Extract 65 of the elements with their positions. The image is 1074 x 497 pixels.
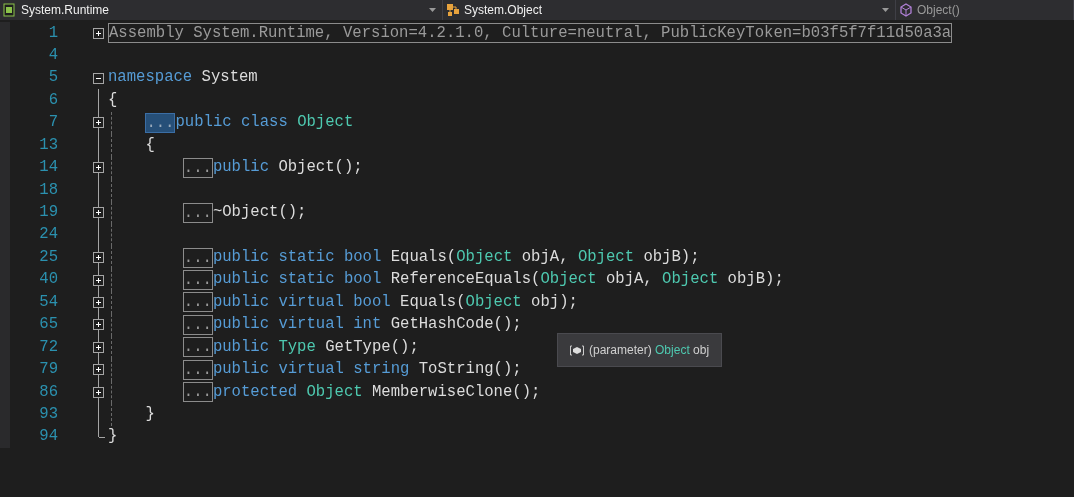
code-line: } <box>145 403 155 425</box>
code-line: protected Object MemberwiseClone(); <box>212 381 541 403</box>
line-number: 93 <box>38 403 58 425</box>
code-line: public virtual string ToString(); <box>212 359 522 381</box>
collapsed-block[interactable]: ... <box>182 270 213 291</box>
code-line: public Type GetType(); <box>212 336 419 358</box>
expand-toggle[interactable] <box>93 274 104 286</box>
line-number: 13 <box>38 134 58 156</box>
collapsed-block[interactable]: ... <box>182 314 213 335</box>
code-line: { <box>145 134 155 156</box>
collapsed-region[interactable]: Assembly System.Runtime, Version=4.2.1.0, Culture=neutral, PublicKeyToken=b03f5f7f11d50a3a <box>108 23 953 44</box>
expand-toggle[interactable] <box>93 296 104 308</box>
classes-icon <box>446 3 460 17</box>
collapse-toggle[interactable] <box>93 72 104 84</box>
line-number: 6 <box>47 89 58 111</box>
expand-toggle[interactable] <box>93 319 104 331</box>
expand-toggle[interactable] <box>93 252 104 264</box>
line-number: 86 <box>38 381 58 403</box>
code-line: { <box>108 89 118 111</box>
line-number: 94 <box>38 426 58 448</box>
project-icon <box>3 3 17 17</box>
collapsed-block[interactable]: ... <box>182 202 213 223</box>
expand-toggle[interactable] <box>93 386 104 398</box>
collapsed-block[interactable]: ... <box>182 292 213 313</box>
line-number: 19 <box>38 202 58 224</box>
caret-icon <box>882 8 889 12</box>
line-number: 4 <box>47 44 58 66</box>
line-number: 24 <box>38 224 58 246</box>
code-line: namespace System <box>108 67 258 89</box>
expand-toggle[interactable] <box>93 162 104 174</box>
expand-toggle[interactable] <box>93 27 104 39</box>
line-number: 25 <box>38 246 58 268</box>
collapsed-block[interactable]: ... <box>182 337 213 358</box>
caret-icon <box>429 8 436 12</box>
line-number: 79 <box>38 359 58 381</box>
line-number: 65 <box>38 314 58 336</box>
collapsed-block[interactable]: ... <box>182 382 213 403</box>
code-line: public virtual int GetHashCode(); <box>212 314 522 336</box>
parameter-icon <box>570 343 584 357</box>
code-line: public virtual bool Equals(Object obj); <box>212 291 578 313</box>
expand-toggle[interactable] <box>93 207 104 219</box>
line-number: 54 <box>38 291 58 313</box>
line-number: 1 <box>47 22 58 44</box>
code-line: ~Object(); <box>212 202 307 224</box>
tooltip-text: (parameter) Object obj <box>589 342 710 359</box>
line-number: 14 <box>38 157 58 179</box>
line-number: 7 <box>47 112 58 134</box>
collapsed-block[interactable]: ... <box>182 157 213 178</box>
line-number: 18 <box>38 179 58 201</box>
collapsed-block[interactable]: ... <box>182 359 213 380</box>
line-number: 5 <box>47 67 58 89</box>
code-line: public static bool ReferenceEquals(Object objA, Object objB); <box>212 269 784 291</box>
code-line: } <box>108 426 118 448</box>
cube-icon <box>899 3 913 17</box>
code-line: public static bool Equals(Object objA, Object objB); <box>212 246 700 268</box>
expand-toggle[interactable] <box>93 341 104 353</box>
line-number: 40 <box>38 269 58 291</box>
dropdown[interactable]: System.Runtime <box>0 0 443 20</box>
expand-toggle[interactable] <box>93 364 104 376</box>
code-line: public class Object <box>175 112 354 134</box>
code-line: public Object(); <box>212 157 363 179</box>
collapsed-block[interactable]: ... <box>145 112 176 133</box>
line-number: 72 <box>38 336 58 358</box>
expand-toggle[interactable] <box>93 117 104 129</box>
collapsed-block[interactable]: ... <box>182 247 213 268</box>
